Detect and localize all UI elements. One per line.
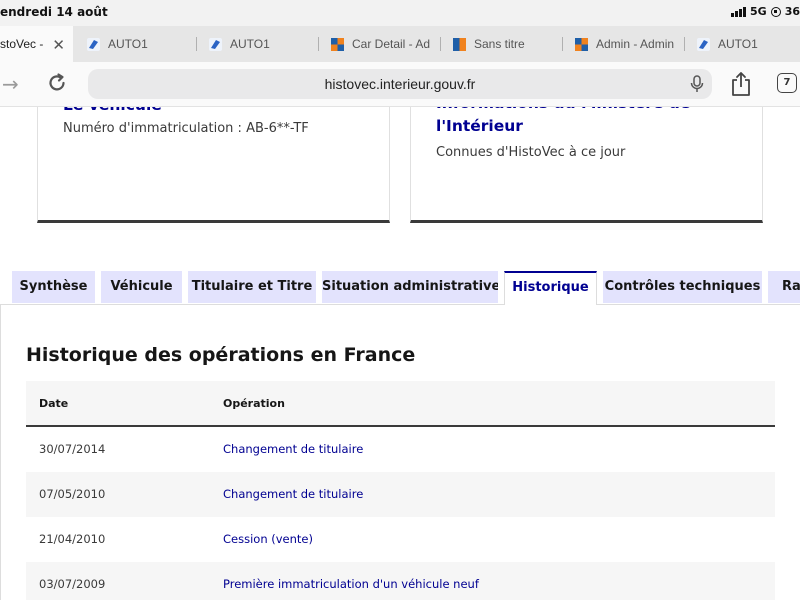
browser-tab-car-detail[interactable]: Car Detail - Ad [318, 26, 440, 62]
orientation-lock-icon [770, 6, 781, 17]
row-date: 03/07/2009 [39, 577, 106, 591]
column-header-date: Date [39, 397, 69, 410]
browser-tab-auto1[interactable]: AUTO1 [684, 26, 800, 62]
ministry-card: Informations du Ministère de l'Intérieur… [410, 107, 763, 223]
tab-label: AUTO1 [108, 37, 148, 51]
close-icon[interactable]: ✕ [52, 36, 65, 54]
tab-separator [562, 37, 563, 51]
status-time: endredi 14 août [0, 5, 108, 19]
tab-controles-techniques[interactable]: Contrôles techniques [603, 271, 762, 303]
tab-titulaire[interactable]: Titulaire et Titre [188, 271, 316, 303]
address-bar[interactable]: histovec.interieur.gouv.fr [88, 69, 712, 99]
tab-separator [196, 37, 197, 51]
row-operation: Changement de titulaire [223, 442, 364, 456]
battery-level: 36 [784, 5, 800, 18]
row-date: 07/05/2010 [39, 487, 106, 501]
tab-separator [440, 37, 441, 51]
row-date: 21/04/2010 [39, 532, 106, 546]
tab-label: Car Detail - Ad [352, 37, 431, 51]
row-operation: Cession (vente) [223, 532, 313, 546]
browser-tab-sans-titre[interactable]: Sans titre [440, 26, 562, 62]
tabs-overview-button[interactable]: 7 [777, 73, 797, 93]
row-date: 30/07/2014 [39, 442, 106, 456]
auto1-favicon-icon [209, 37, 222, 51]
forward-arrow-icon[interactable]: → [2, 72, 19, 96]
page-content: Le véhicule Numéro d'immatriculation : A… [0, 107, 800, 600]
tab-label: stoVec - [0, 37, 44, 51]
tab-label: AUTO1 [230, 37, 270, 51]
vehicle-card: Le véhicule Numéro d'immatriculation : A… [37, 107, 390, 223]
table-row: 07/05/2010 Changement de titulaire [26, 472, 775, 517]
browser-tab-histovec[interactable]: stoVec - ✕ [0, 26, 73, 62]
tab-label: AUTO1 [718, 37, 758, 51]
tab-vehicule[interactable]: Véhicule [101, 271, 182, 303]
browser-tab-auto1[interactable]: AUTO1 [74, 26, 196, 62]
admin-favicon-icon [575, 37, 588, 51]
reload-icon[interactable] [46, 72, 68, 94]
browser-tab-auto1[interactable]: AUTO1 [196, 26, 318, 62]
tab-separator [684, 37, 685, 51]
status-indicators: 5G 36 [731, 5, 800, 18]
network-label: 5G [750, 5, 767, 18]
tab-label: Admin - Admin [596, 37, 675, 51]
ministry-card-desc: Connues d'HistoVec à ce jour [436, 145, 626, 160]
browser-toolbar: → histovec.interieur.gouv.fr 7 [0, 62, 800, 107]
signal-icon [731, 6, 746, 17]
ministry-card-title-line2: l'Intérieur [436, 117, 523, 135]
tab-historique[interactable]: Historique [504, 271, 597, 305]
row-operation: Première immatriculation d'un véhicule n… [223, 577, 479, 591]
column-header-operation: Opération [223, 397, 285, 410]
tab-label: Sans titre [474, 37, 525, 51]
section-title: Historique des opérations en France [26, 344, 416, 366]
admin-favicon-icon [331, 37, 344, 51]
row-operation: Changement de titulaire [223, 487, 364, 501]
tab-situation-administrative[interactable]: Situation administrative [322, 271, 498, 303]
status-bar: endredi 14 août 5G 36 [0, 0, 800, 26]
tab-synthese[interactable]: Synthèse [12, 271, 95, 303]
table-row: 21/04/2010 Cession (vente) [26, 517, 775, 562]
table-row: 30/07/2014 Changement de titulaire [26, 427, 775, 472]
vehicle-card-title: Le véhicule [63, 107, 162, 117]
auto1-favicon-icon [87, 37, 100, 51]
tab-separator [318, 37, 319, 51]
table-header: Date Opération [26, 381, 775, 427]
browser-tab-admin[interactable]: Admin - Admin [562, 26, 684, 62]
auto1-favicon-icon [697, 37, 710, 51]
history-table: Date Opération 30/07/2014 Changement de … [26, 381, 775, 600]
plate-number-text: Numéro d'immatriculation : AB-6**-TF [63, 121, 309, 136]
url-text: histovec.interieur.gouv.fr [324, 76, 476, 92]
report-tabs: Synthèse Véhicule Titulaire et Titre Sit… [0, 271, 800, 305]
table-row: 03/07/2009 Première immatriculation d'un… [26, 562, 775, 600]
browser-tab-strip: stoVec - ✕ AUTO1 AUTO1 Car Detail - Ad S… [0, 26, 800, 62]
microphone-icon[interactable] [690, 75, 704, 93]
document-favicon-icon [453, 37, 466, 51]
tab-rapport[interactable]: Rap [768, 271, 800, 303]
share-icon[interactable] [730, 71, 752, 97]
